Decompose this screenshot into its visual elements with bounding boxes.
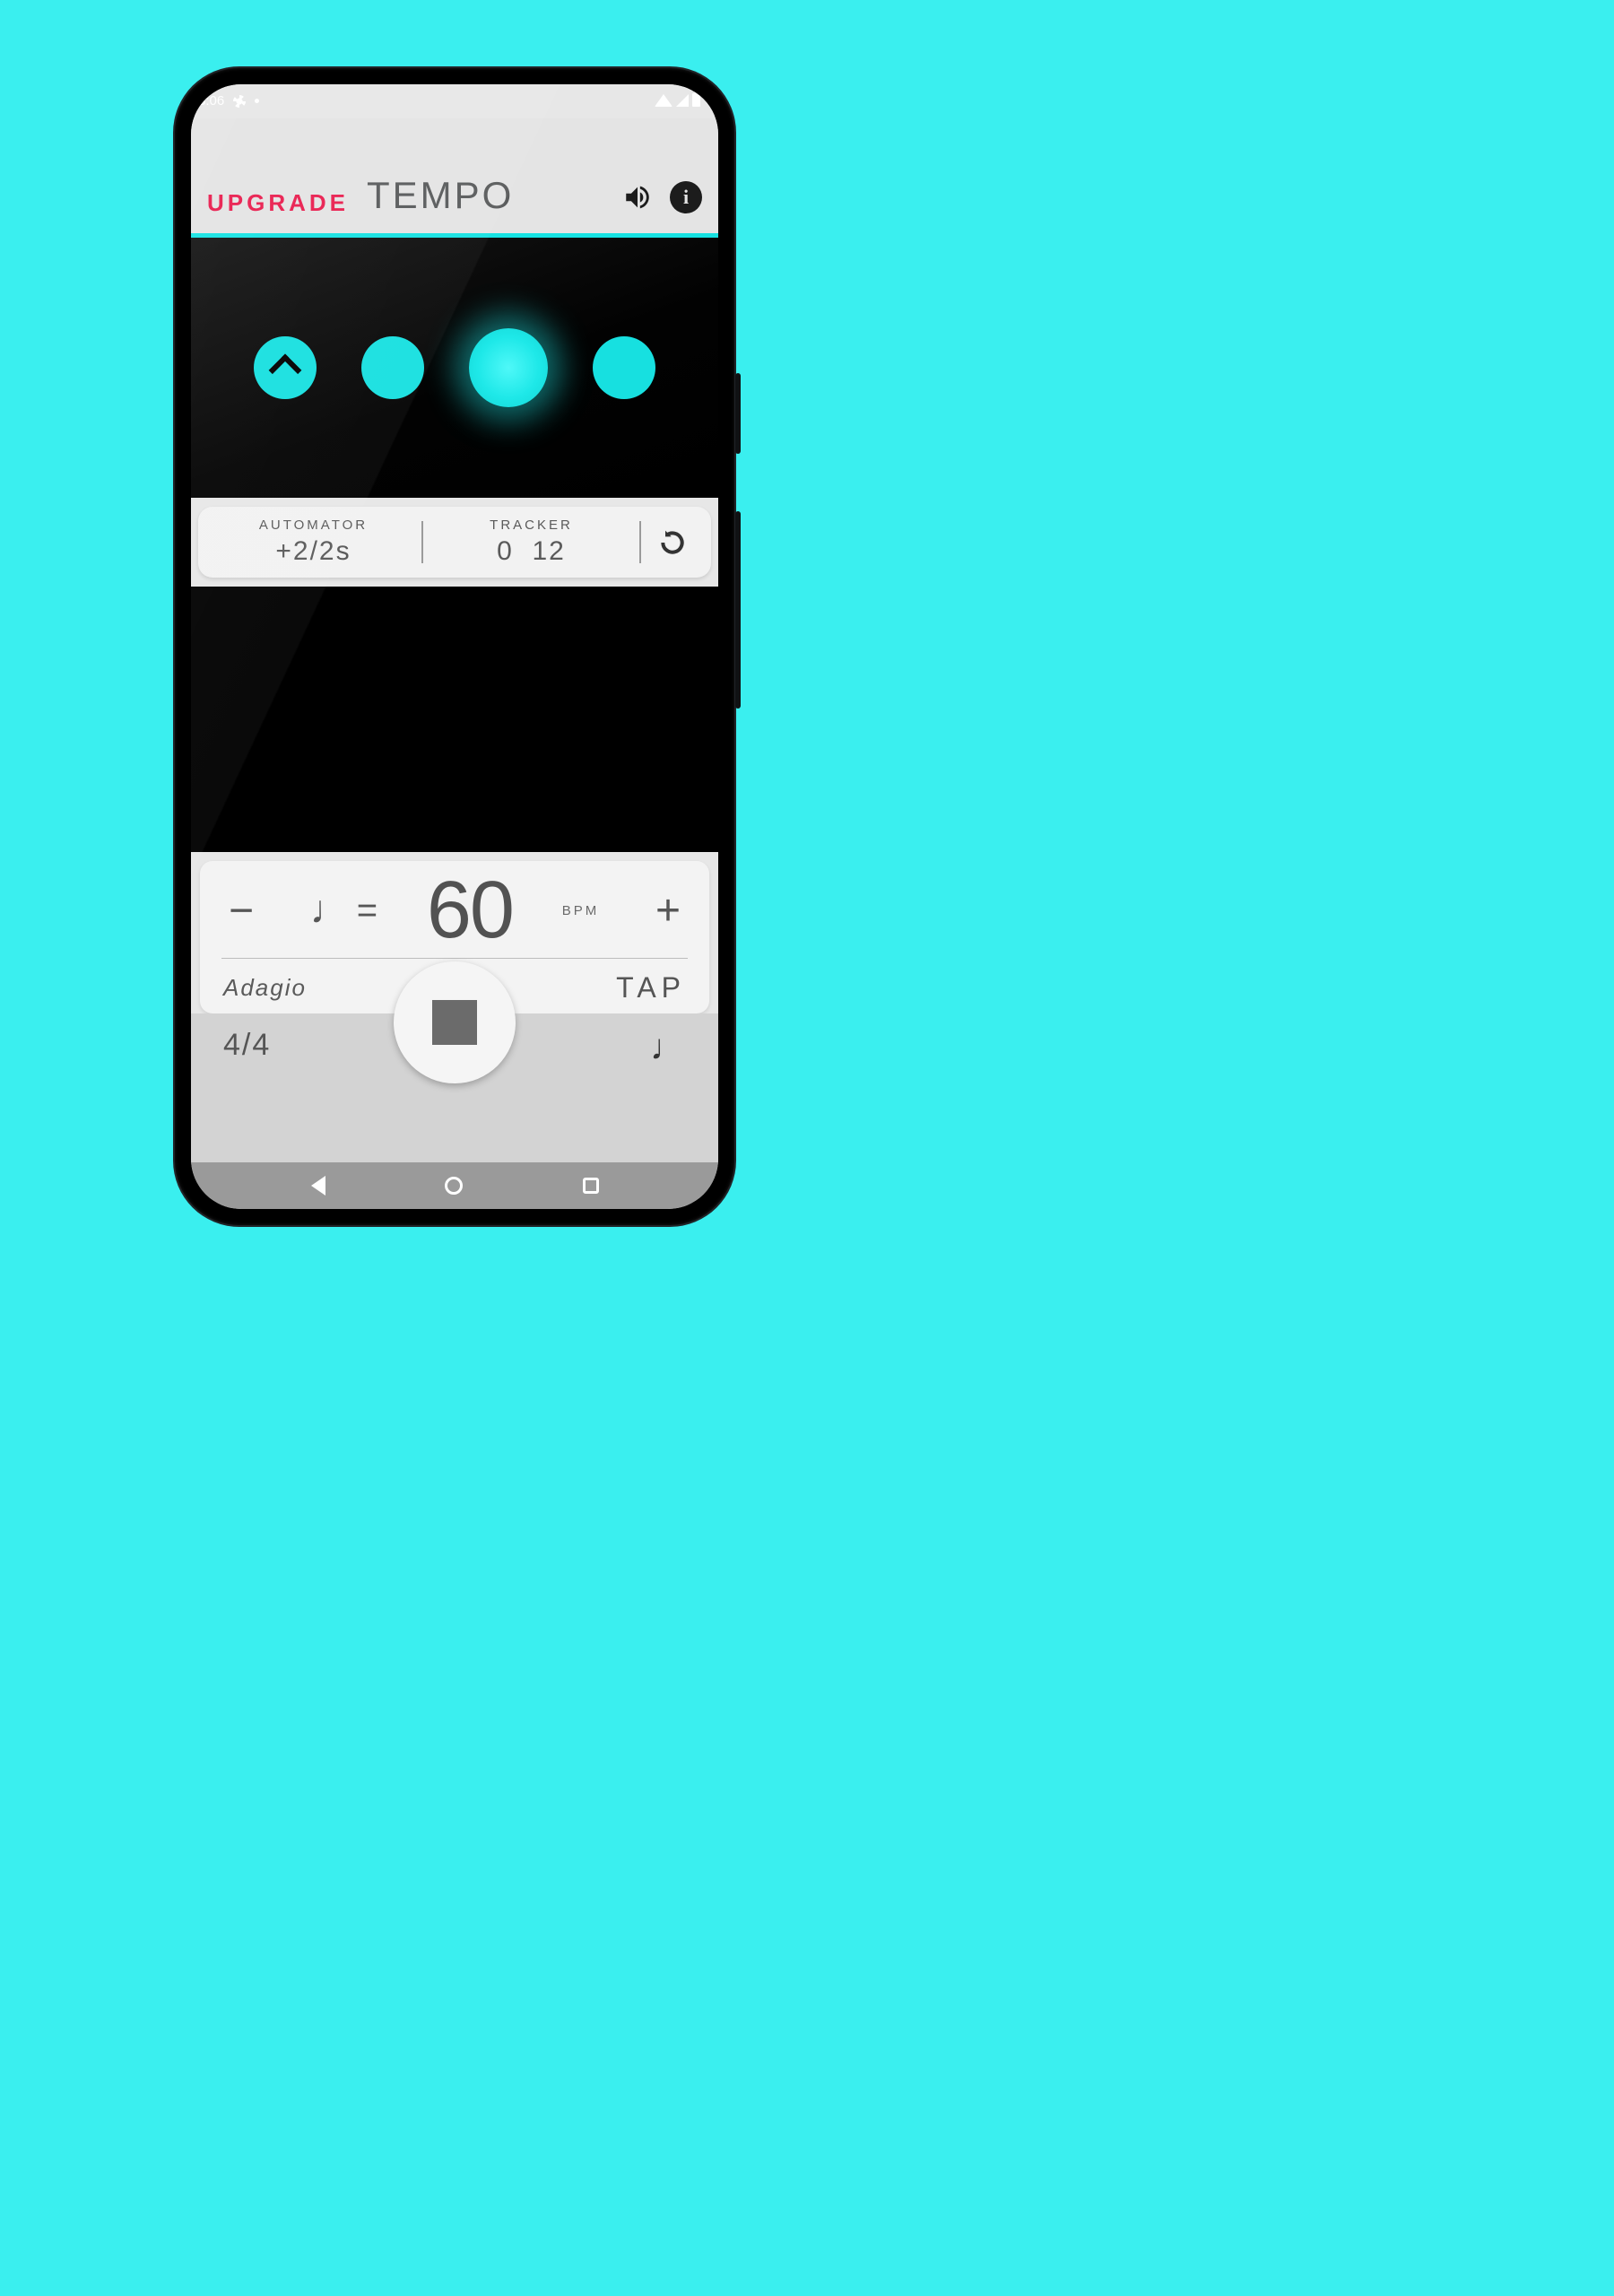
play-stop-button[interactable] [394,961,516,1083]
tracker-cell[interactable]: TRACKER 0 12 [429,517,634,567]
beat-dot-4[interactable] [593,336,655,399]
stop-icon [432,1000,477,1045]
divider [639,521,641,563]
gear-icon [233,95,246,108]
screen: 3:06 UPGRADE TEMPO i [191,84,718,1209]
equals-sign: = [357,891,377,931]
back-icon[interactable] [311,1176,325,1196]
note-equals: ♩ = [310,891,377,931]
tracker-label: TRACKER [429,517,634,533]
tracker-current: 0 [497,536,514,566]
notification-dot-icon [255,99,259,103]
automator-cell[interactable]: AUTOMATOR +2/2s [211,517,416,567]
tap-tempo-button[interactable]: TAP [616,971,686,1004]
side-button-upper [735,373,741,454]
beat-dot-2[interactable] [361,336,424,399]
upgrade-button[interactable]: UPGRADE [207,189,349,217]
bpm-increase-button[interactable]: + [648,886,688,935]
quarter-note-icon: ♩ [310,891,350,930]
app-title: TEMPO [367,174,514,217]
info-icon[interactable]: i [670,181,702,213]
beat-dot-1-accent[interactable] [254,336,317,399]
phone-frame: 3:06 UPGRADE TEMPO i [175,68,734,1225]
recents-icon[interactable] [583,1178,599,1194]
divider [421,521,423,563]
subdivision-button[interactable]: ♩ [650,1028,686,1068]
beat-dot-3-active[interactable] [469,328,548,407]
tracker-total: 12 [532,536,565,566]
bpm-decrease-button[interactable]: − [221,886,261,935]
bpm-value[interactable]: 60 [427,870,513,951]
reset-icon [658,528,687,557]
automator-label: AUTOMATOR [211,517,416,533]
battery-icon [692,93,700,107]
tempo-name-label: Adagio [223,974,307,1002]
sound-icon[interactable] [621,181,654,213]
reset-button[interactable] [646,517,699,567]
automator-tracker-panel: AUTOMATOR +2/2s TRACKER 0 12 [198,507,711,578]
visual-area [191,587,718,852]
side-button-lower [735,511,741,709]
time-signature-button[interactable]: 4/4 [223,1028,271,1063]
bpm-unit-label: BPM [562,903,600,918]
wifi-icon [655,94,672,107]
tracker-value: 0 12 [429,536,634,567]
status-time: 3:06 [198,93,224,109]
app-header: UPGRADE TEMPO i [191,118,718,233]
automator-value: +2/2s [211,536,416,567]
bottom-bar: 4/4 ♩ [191,1013,718,1162]
status-bar: 3:06 [191,84,718,118]
beat-indicator-row [191,238,718,498]
cell-signal-icon [676,94,689,107]
home-icon[interactable] [445,1177,463,1195]
android-nav-bar [191,1162,718,1209]
